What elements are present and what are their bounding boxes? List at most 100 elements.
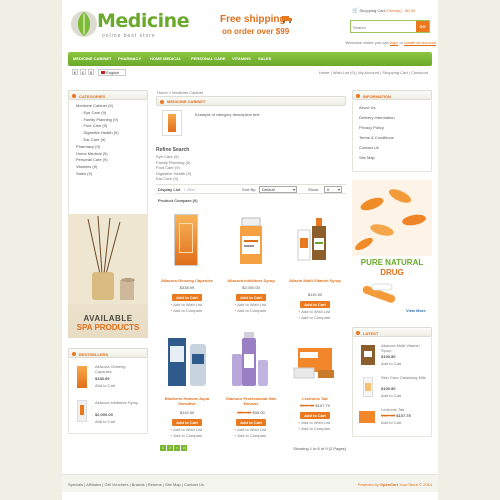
add-to-cart-button[interactable]: Add to Cart — [300, 412, 330, 419]
page-next-button[interactable]: > — [174, 445, 180, 451]
search-go-button[interactable]: GO — [416, 21, 429, 32]
info-link-about-us[interactable]: About Us — [359, 103, 427, 113]
bestseller-name[interactable]: Allacura Ginseng Capsules — [95, 364, 143, 374]
product-image[interactable] — [292, 340, 338, 384]
info-link-terms[interactable]: Terms & Conditions — [359, 133, 427, 143]
language-select[interactable]: English — [98, 69, 126, 76]
category-pharmacy[interactable]: Pharmacy (9) — [76, 144, 143, 151]
add-to-compare-link[interactable]: + Add to Compare — [170, 308, 202, 314]
latest-name[interactable]: Lecitonis Tab — [381, 407, 429, 412]
latest-thumb[interactable] — [363, 377, 373, 397]
sort-select[interactable]: Default ▾ — [259, 186, 297, 193]
opencart-link[interactable]: OpenCart — [380, 482, 398, 487]
top-link-cart[interactable]: Shopping Cart — [382, 70, 408, 75]
subcategory-foot-care[interactable]: - Foot Care (9) — [76, 123, 143, 130]
subcategory-eye-care[interactable]: - Eye Care (9) — [76, 110, 143, 117]
show-select[interactable]: 6 ▾ — [324, 186, 342, 193]
top-link-account[interactable]: My Account — [358, 70, 379, 75]
latest-name[interactable]: Skin Care Cleansing Milk — [381, 375, 429, 380]
nav-item-medicine-cabinet[interactable]: MEDICINE CABINET — [73, 56, 111, 61]
footer-link-gift-vouchers[interactable]: Gift Vouchers — [104, 482, 128, 487]
product-name[interactable]: Lecitonis Tab — [284, 396, 346, 401]
category-personal-care[interactable]: Personal Care (9) — [76, 157, 143, 164]
nav-item-personal-care[interactable]: PERSONAL CARE — [191, 56, 226, 61]
currency-pound-button[interactable]: £ — [80, 69, 86, 75]
bestseller-thumb[interactable] — [77, 400, 87, 422]
add-to-compare-link[interactable]: + Add to Compare — [234, 308, 266, 314]
breadcrumb-current[interactable]: Medicine Cabinet — [172, 90, 203, 95]
product-name[interactable]: Biotherm Homme Aqua Sensitive — [156, 396, 218, 406]
product-name[interactable]: Allacura Ginseng Capsules — [156, 278, 218, 283]
add-to-cart-button[interactable]: Add to Cart — [172, 419, 202, 426]
display-grid-link[interactable]: Grid — [187, 187, 195, 192]
footer-link-affiliates[interactable]: Affiliates — [86, 482, 101, 487]
add-to-cart-button[interactable]: Add to Cart — [236, 419, 266, 426]
product-name[interactable]: Allacin Multi-Vitamin Syrup — [284, 278, 346, 283]
bestseller-add-to-cart[interactable]: Add to Cart — [95, 419, 115, 424]
add-to-compare-link[interactable]: + Add to Compare — [170, 433, 202, 439]
top-link-checkout[interactable]: Checkout — [411, 70, 428, 75]
cart-summary[interactable]: 🛒 Shopping Cart 0 item(s) - $0.00 — [352, 8, 436, 14]
subcategory-digestive-health[interactable]: - Digestive Health (9) — [76, 130, 143, 137]
product-name[interactable]: Allacura Inhibitors Syrup — [220, 278, 282, 283]
latest-name[interactable]: Allacura Multi-Vitamin Syrup — [381, 343, 429, 353]
product-image[interactable] — [164, 334, 210, 390]
add-to-cart-button[interactable]: Add to Cart — [236, 294, 266, 301]
category-medicine-cabinet[interactable]: Medicine Cabinet (9) — [76, 103, 143, 110]
display-list-link[interactable]: Display List — [158, 187, 180, 192]
latest-thumb[interactable] — [359, 411, 375, 423]
currency-euro-button[interactable]: € — [72, 69, 78, 75]
nav-item-vitamins[interactable]: VITAMINS — [232, 56, 251, 61]
top-link-wishlist[interactable]: Wish List (0) — [333, 70, 355, 75]
search-input[interactable] — [353, 23, 413, 31]
footer-link-brands[interactable]: Brands — [132, 482, 145, 487]
login-link[interactable]: login — [390, 40, 398, 45]
view-more-button[interactable]: View More — [406, 308, 426, 313]
subcategory-ear-care[interactable]: - Ear Care (9) — [76, 137, 143, 144]
bestseller-thumb[interactable] — [77, 366, 87, 388]
logo[interactable]: Medicine online best store — [70, 8, 190, 42]
info-link-sitemap[interactable]: Site Map — [359, 153, 427, 163]
info-link-contact[interactable]: Contact Us — [359, 143, 427, 153]
latest-add-to-cart[interactable]: Add to Cart — [381, 393, 401, 398]
product-compare-link[interactable]: Product Compare (0) — [158, 198, 198, 203]
currency-dollar-button[interactable]: $ — [88, 69, 94, 75]
nav-item-sales[interactable]: SALES — [258, 56, 271, 61]
page-link-1[interactable]: 1 — [160, 445, 166, 451]
refine-link-ear-care[interactable]: Ear Care (9) — [156, 176, 256, 182]
latest-add-to-cart[interactable]: Add to Cart — [381, 361, 401, 366]
add-to-compare-link[interactable]: + Add to Compare — [234, 433, 266, 439]
footer-link-contact[interactable]: Contact Us — [184, 482, 204, 487]
nav-item-pharmacy[interactable]: PHARMACY — [118, 56, 141, 61]
create-account-link[interactable]: create an account — [404, 40, 436, 45]
product-image[interactable] — [230, 330, 272, 390]
add-to-compare-link[interactable]: + Add to Compare — [298, 315, 330, 321]
category-home-medical[interactable]: Home Medical (9) — [76, 151, 143, 158]
add-to-cart-button[interactable]: Add to Cart — [300, 301, 330, 308]
info-link-privacy[interactable]: Privacy Policy — [359, 123, 427, 133]
product-name[interactable]: Glamour Professional Hair Mousse — [220, 396, 282, 406]
add-to-compare-link[interactable]: + Add to Compare — [298, 426, 330, 432]
add-to-cart-button[interactable]: Add to Cart — [172, 294, 202, 301]
bestseller-add-to-cart[interactable]: Add to Cart — [95, 383, 115, 388]
footer-link-specials[interactable]: Specials — [68, 482, 83, 487]
latest-add-to-cart[interactable]: Add to Cart — [381, 420, 401, 425]
spa-products-banner[interactable]: AVAILABLE SPA PRODUCTS — [68, 214, 148, 338]
nav-item-home-medical[interactable]: HOME MEDICAL — [150, 56, 181, 61]
page-last-button[interactable]: >| — [181, 445, 187, 451]
latest-thumb[interactable] — [361, 345, 375, 365]
product-image[interactable] — [294, 216, 336, 266]
page-link-2[interactable]: 2 — [167, 445, 173, 451]
natural-drug-banner[interactable]: PURE NATURAL DRUG View More — [352, 180, 432, 318]
product-image[interactable] — [174, 214, 198, 266]
footer-link-returns[interactable]: Returns — [148, 482, 162, 487]
category-sales[interactable]: Sales (9) — [76, 171, 143, 178]
subcategory-family-planning[interactable]: - Family Planning (9) — [76, 117, 143, 124]
bestseller-name[interactable]: Allacura Inhibitors Syrup — [95, 400, 143, 405]
breadcrumb-home[interactable]: Home — [157, 90, 168, 95]
product-image[interactable] — [236, 216, 266, 266]
category-vitamins[interactable]: Vitamins (9) — [76, 164, 143, 171]
top-link-home[interactable]: Home — [319, 70, 330, 75]
info-link-delivery[interactable]: Delivery Information — [359, 113, 427, 123]
footer-link-sitemap[interactable]: Site Map — [165, 482, 181, 487]
